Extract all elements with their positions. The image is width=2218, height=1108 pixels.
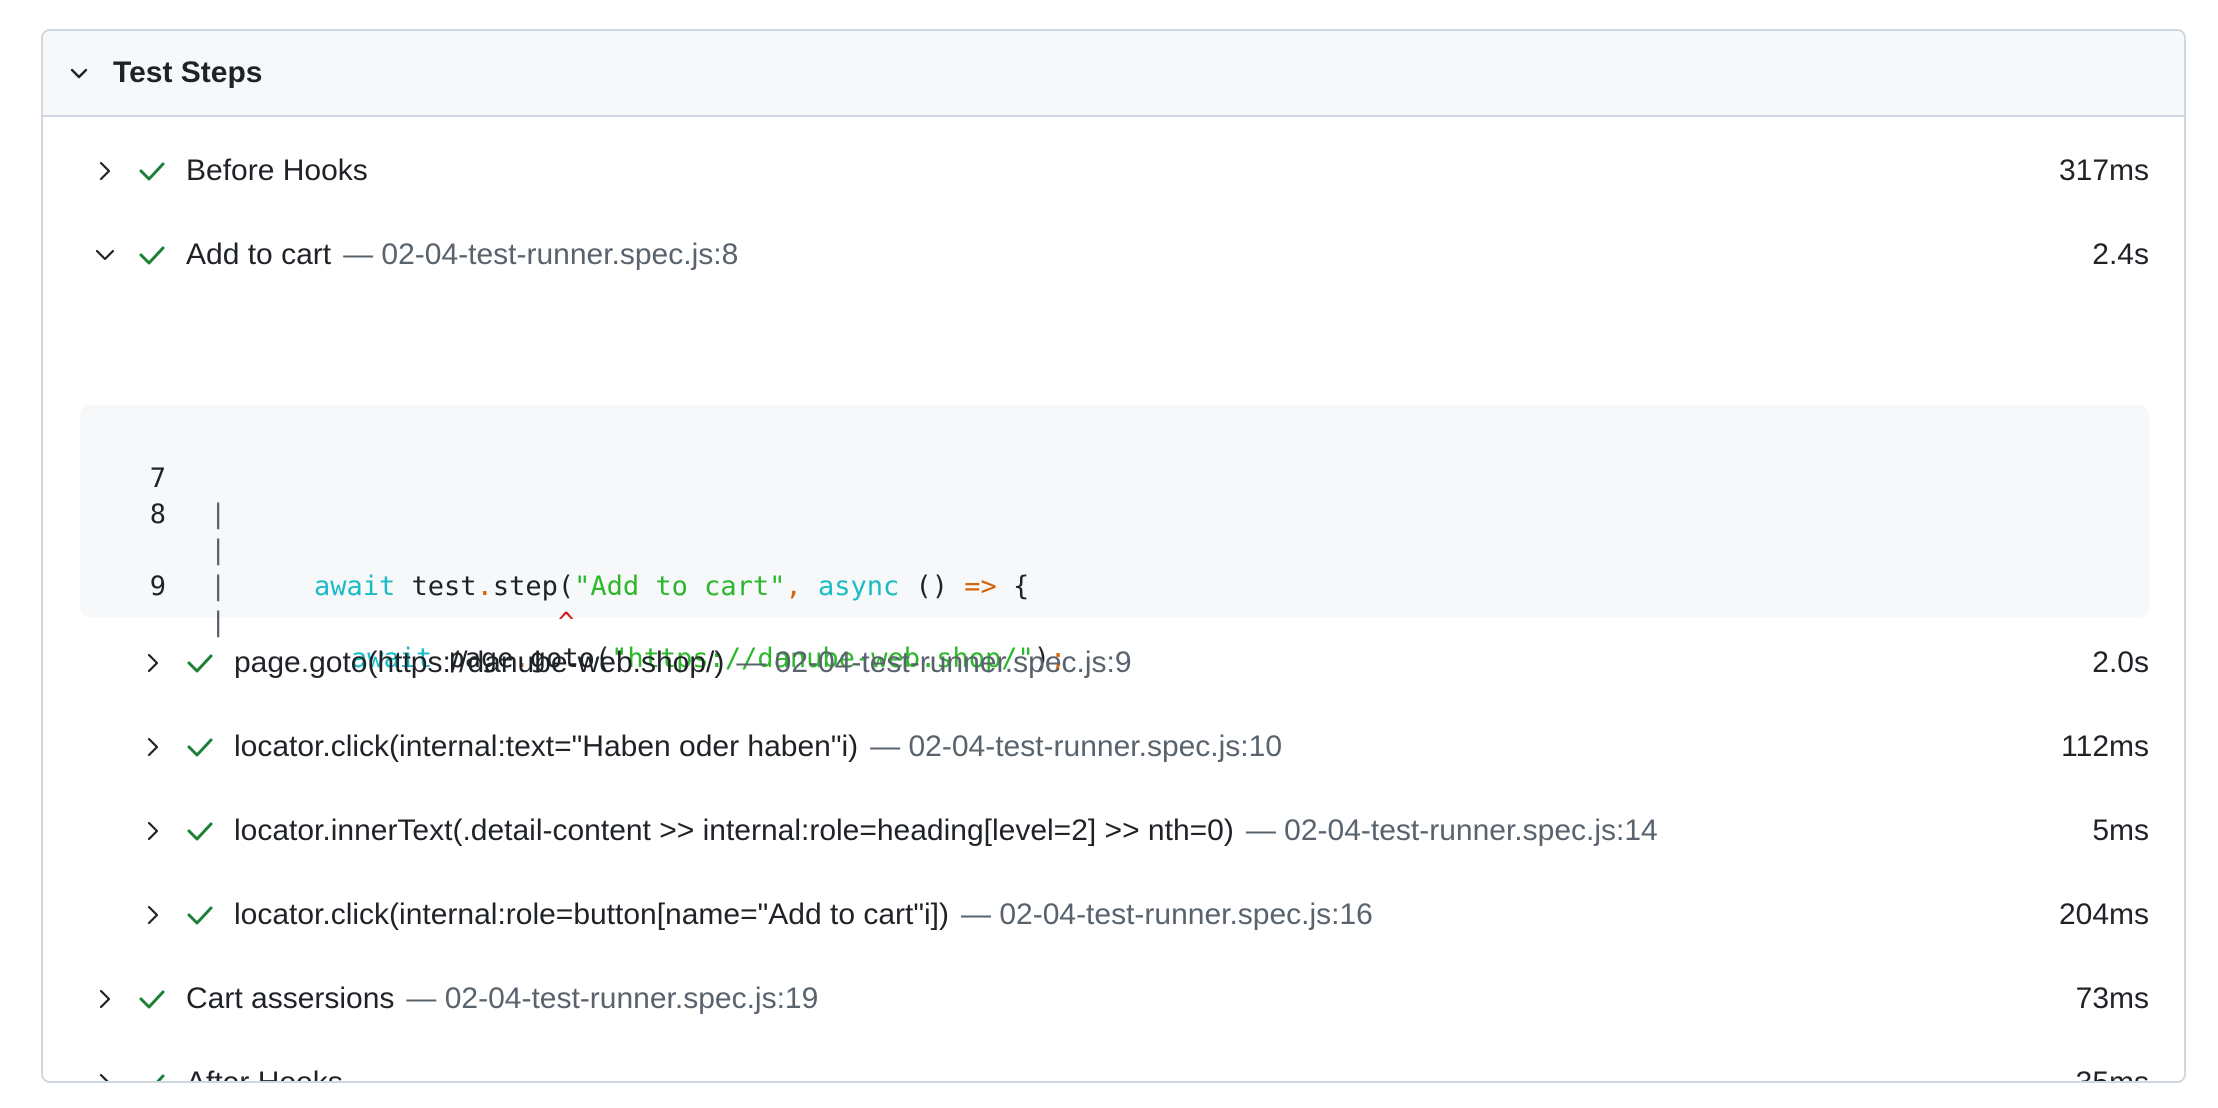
step-duration: 2.0s [2092, 646, 2149, 679]
code-line: 7 | [80, 425, 2149, 530]
step-location[interactable]: — 02-04-test-runner.spec.js:14 [1246, 814, 1658, 848]
step-title: Cart assersions [186, 982, 395, 1015]
check-icon [136, 983, 168, 1015]
step-duration: 35ms [2075, 1066, 2149, 1083]
line-number: 9 [149, 571, 166, 602]
code-line: 9 | await page.goto("https://danube-web.… [80, 533, 2149, 674]
step-duration: 73ms [2075, 982, 2149, 1015]
panel-header[interactable]: Test Steps [43, 31, 2184, 117]
step-title: After Hooks [186, 1066, 343, 1083]
step-location[interactable]: — 02-04-test-runner.spec.js:16 [961, 898, 1373, 932]
step-row-locator-click[interactable]: locator.click(internal:text="Haben oder … [43, 705, 2184, 789]
check-icon [136, 155, 168, 187]
chevron-down-icon[interactable] [90, 240, 120, 270]
test-steps-panel: Test Steps Before Hooks 317ms Add to car… [41, 29, 2186, 1083]
step-duration: 112ms [2061, 730, 2149, 763]
step-title: locator.innerText(.detail-content >> int… [234, 814, 1234, 847]
step-title: page.goto(https://danube-web.shop/) [234, 646, 725, 679]
check-icon [184, 815, 216, 847]
keyword: async [801, 571, 900, 602]
code-text: await test.step("Add to cart", async () … [314, 569, 1029, 605]
check-icon [184, 647, 216, 679]
step-row-add-to-cart[interactable]: Add to cart — 02-04-test-runner.spec.js:… [43, 213, 2184, 297]
operator: , [785, 571, 802, 602]
step-row-cart-assersions[interactable]: Cart assersions — 02-04-test-runner.spec… [43, 957, 2184, 1041]
code-line: | ^ [80, 497, 2149, 638]
chevron-right-icon[interactable] [138, 648, 168, 678]
step-duration: 2.4s [2092, 238, 2149, 271]
panel-title: Test Steps [113, 56, 263, 89]
chevron-right-icon[interactable] [138, 900, 168, 930]
check-icon [136, 1067, 168, 1081]
step-row-page-goto[interactable]: page.goto(https://danube-web.shop/) — 02… [43, 621, 2184, 705]
step-duration: 204ms [2058, 898, 2149, 931]
step-title: Add to cart [186, 238, 332, 271]
check-icon [136, 239, 168, 271]
chevron-right-icon[interactable] [90, 1068, 120, 1081]
code-token: test [395, 571, 477, 602]
line-gutter: | [210, 571, 227, 602]
string-literal: "Add to cart" [574, 571, 786, 602]
keyword: await [314, 571, 396, 602]
step-title: Before Hooks [186, 154, 368, 187]
code-snippet: 7 | 8 | await test.step("Add to cart", a… [80, 405, 2149, 674]
step-duration: 317ms [2058, 154, 2149, 187]
operator: => [964, 571, 997, 602]
step-row-after-hooks[interactable]: After Hooks 35ms [43, 1041, 2184, 1083]
chevron-down-icon[interactable] [63, 57, 95, 89]
step-row-locator-click-button[interactable]: locator.click(internal:role=button[name=… [43, 873, 2184, 957]
chevron-right-icon[interactable] [90, 156, 120, 186]
chevron-right-icon[interactable] [138, 816, 168, 846]
code-token: step( [492, 571, 575, 602]
code-line: 8 | await test.step("Add to cart", async… [80, 461, 2149, 602]
step-title: locator.click(internal:text="Haben oder … [234, 730, 859, 763]
step-row-locator-innertext[interactable]: locator.innerText(.detail-content >> int… [43, 789, 2184, 873]
step-duration: 5ms [2092, 814, 2149, 847]
step-location[interactable]: — 02-04-test-runner.spec.js:19 [406, 982, 818, 1016]
code-token: { [996, 571, 1030, 602]
step-title: locator.click(internal:role=button[name=… [234, 898, 949, 931]
check-icon [184, 731, 216, 763]
step-location[interactable]: — 02-04-test-runner.spec.js:8 [343, 238, 738, 272]
chevron-right-icon[interactable] [138, 732, 168, 762]
code-token: () [899, 571, 965, 602]
check-icon [184, 899, 216, 931]
chevron-right-icon[interactable] [90, 984, 120, 1014]
step-location[interactable]: — 02-04-test-runner.spec.js:9 [736, 646, 1131, 680]
operator: . [476, 571, 493, 602]
step-row-before-hooks[interactable]: Before Hooks 317ms [43, 129, 2184, 213]
step-location[interactable]: — 02-04-test-runner.spec.js:10 [870, 730, 1282, 764]
